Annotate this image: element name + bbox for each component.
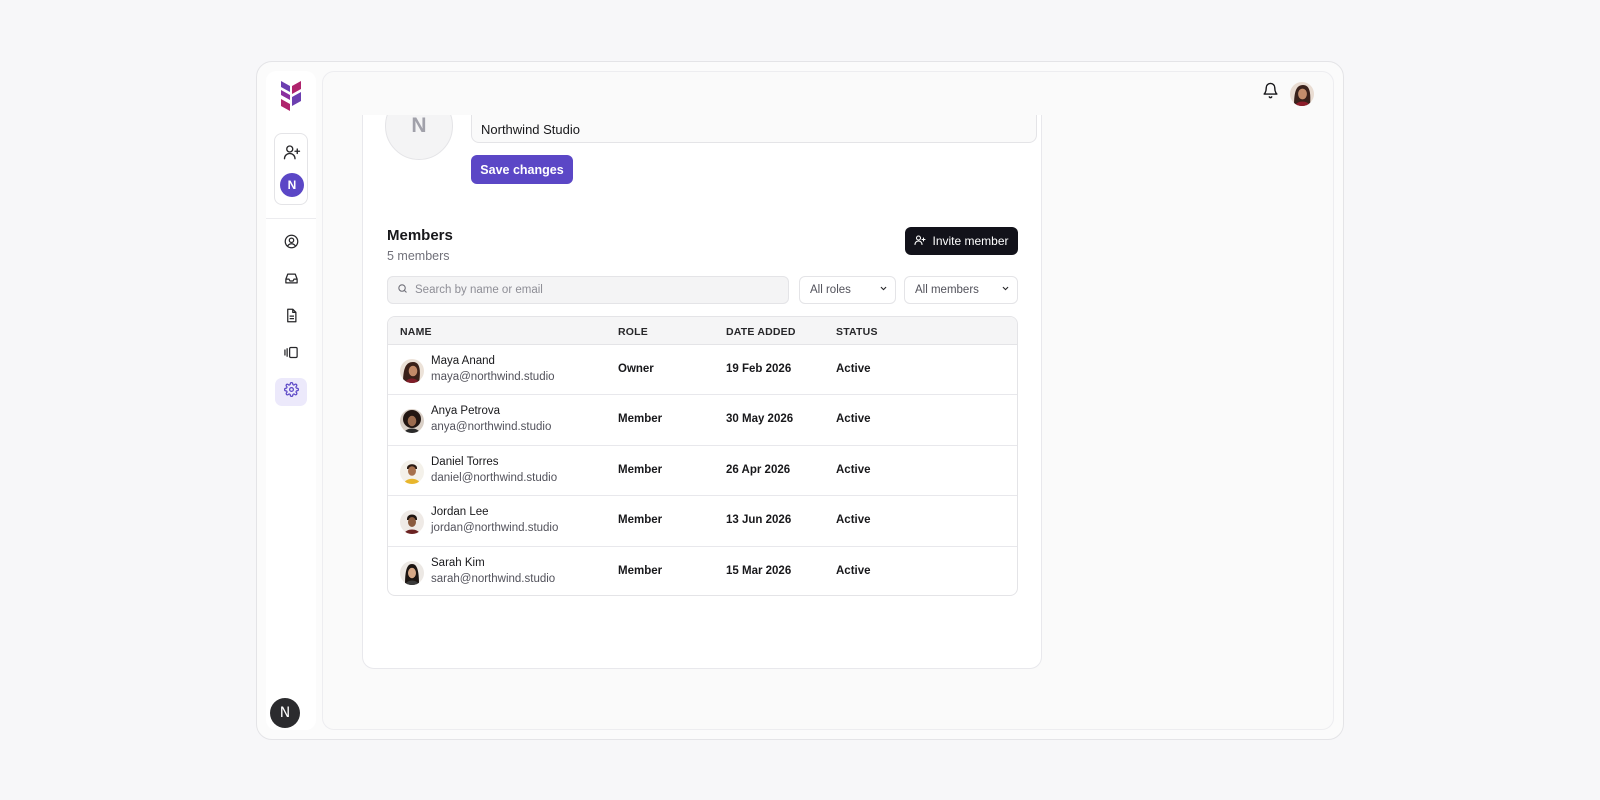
current-user-avatar[interactable]: [1290, 82, 1314, 106]
member-name: Anya Petrova: [431, 405, 501, 418]
workspace-avatar[interactable]: N: [280, 173, 304, 197]
column-header-status[interactable]: STATUS: [836, 326, 878, 338]
members-count: 5 members: [387, 249, 450, 263]
organization-name-input[interactable]: [471, 115, 1037, 143]
member-date-added: 13 Jun 2026: [726, 514, 792, 527]
member-date-added: 30 May 2026: [726, 413, 794, 426]
member-avatar: [400, 459, 424, 484]
member-email: daniel@northwind.studio: [431, 471, 558, 484]
member-status: Active: [836, 413, 871, 426]
table-row[interactable]: Anya Petrova anya@northwind.studio Membe…: [388, 395, 1017, 446]
brand-logo-icon[interactable]: [278, 81, 304, 111]
member-date-added: 26 Apr 2026: [726, 463, 791, 476]
save-changes-button[interactable]: Save changes: [471, 155, 573, 184]
sidebar: N N: [266, 71, 316, 730]
member-email: maya@northwind.studio: [431, 371, 555, 383]
member-email: sarah@northwind.studio: [431, 572, 556, 585]
inbox-icon: [284, 271, 299, 291]
status-filter-select[interactable]: All members: [904, 276, 1018, 304]
gear-icon: [283, 382, 299, 402]
table-header: NAME ROLE DATE ADDED STATUS: [388, 317, 1017, 345]
member-role: Member: [618, 463, 663, 476]
invite-member-button[interactable]: Invite member: [905, 227, 1018, 255]
member-status: Active: [836, 363, 871, 375]
user-menu-badge[interactable]: N: [270, 698, 300, 728]
user-plus-icon[interactable]: [282, 142, 302, 162]
member-name: Sarah Kim: [431, 556, 485, 569]
member-name: Maya Anand: [431, 355, 495, 367]
document-icon: [284, 308, 299, 328]
member-avatar: [400, 409, 424, 434]
workspace-switcher: N: [274, 133, 308, 205]
search-input[interactable]: [415, 284, 775, 296]
member-search: [387, 276, 789, 304]
member-avatar: [400, 510, 424, 535]
table-row[interactable]: Daniel Torres daniel@northwind.studio Me…: [388, 446, 1017, 497]
member-status: Active: [836, 463, 871, 476]
invite-member-label: Invite member: [932, 234, 1009, 248]
member-name: Daniel Torres: [431, 455, 499, 468]
search-icon: [397, 281, 408, 299]
member-role: Owner: [618, 363, 654, 375]
carousel-icon: [283, 345, 299, 365]
members-heading: Members: [387, 227, 453, 244]
status-filter-value: All members: [915, 284, 979, 296]
table-row[interactable]: Jordan Lee jordan@northwind.studio Membe…: [388, 496, 1017, 547]
member-role: Member: [618, 564, 663, 577]
role-filter-value: All roles: [810, 284, 851, 296]
sidebar-divider: [266, 218, 316, 219]
column-header-role[interactable]: ROLE: [618, 326, 648, 338]
column-header-date-added[interactable]: DATE ADDED: [726, 326, 796, 338]
sidebar-item-profile[interactable]: [275, 230, 307, 258]
sidebar-item-documents[interactable]: [275, 304, 307, 332]
sidebar-item-settings[interactable]: [275, 378, 307, 406]
members-table: NAME ROLE DATE ADDED STATUS Maya Anand m…: [387, 316, 1018, 596]
member-date-added: 19 Feb 2026: [726, 363, 792, 375]
member-email: anya@northwind.studio: [431, 421, 552, 434]
member-name: Jordan Lee: [431, 506, 489, 519]
member-role: Member: [618, 413, 663, 426]
sidebar-item-boards[interactable]: [275, 341, 307, 369]
notifications-button[interactable]: [1260, 82, 1280, 104]
user-plus-icon: [914, 234, 927, 249]
member-status: Active: [836, 564, 871, 577]
role-filter-select[interactable]: All roles: [799, 276, 896, 304]
organization-settings-panel: N Save changes Members 5 members Invite …: [362, 115, 1042, 669]
chevron-down-icon: [1001, 284, 1010, 296]
organization-avatar[interactable]: N: [385, 115, 453, 160]
member-date-added: 15 Mar 2026: [726, 564, 792, 577]
sidebar-item-inbox[interactable]: [275, 267, 307, 295]
member-avatar: [400, 359, 424, 383]
chevron-down-icon: [879, 284, 888, 296]
table-row[interactable]: Maya Anand maya@northwind.studio Owner 1…: [388, 345, 1017, 396]
member-avatar: [400, 560, 424, 585]
bell-icon: [1262, 82, 1279, 104]
table-row[interactable]: Sarah Kim sarah@northwind.studio Member …: [388, 547, 1017, 595]
user-circle-icon: [284, 234, 299, 254]
column-header-name[interactable]: NAME: [400, 326, 432, 338]
member-status: Active: [836, 514, 871, 527]
member-role: Member: [618, 514, 663, 527]
member-email: jordan@northwind.studio: [431, 522, 559, 535]
